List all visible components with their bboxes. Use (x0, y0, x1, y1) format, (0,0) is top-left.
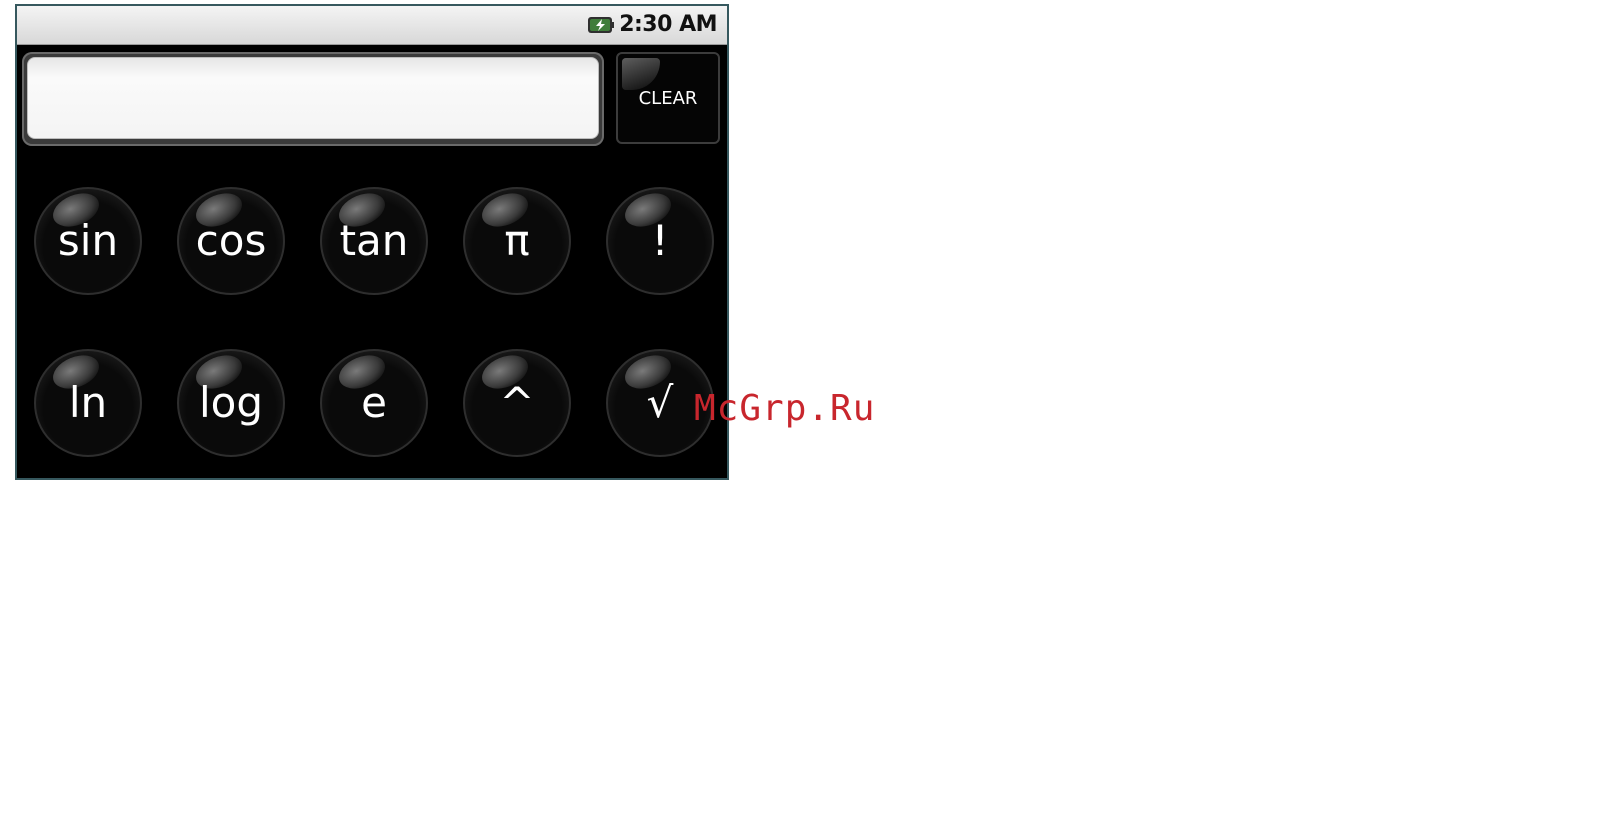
key-label: π (504, 216, 530, 265)
key-label: log (198, 378, 264, 427)
sin-key[interactable]: sin (34, 187, 142, 295)
factorial-key[interactable]: ! (606, 187, 714, 295)
pi-key[interactable]: π (463, 187, 571, 295)
watermark-text: McGrp.Ru (694, 388, 876, 429)
key-label: ^ (499, 378, 535, 427)
tan-key[interactable]: tan (320, 187, 428, 295)
cos-key[interactable]: cos (177, 187, 285, 295)
key-label: e (361, 378, 387, 427)
e-key[interactable]: e (320, 349, 428, 457)
calculator-app-screen: 2:30 AM CLEAR sin cos tan π ! ln log e ^… (15, 4, 729, 480)
key-label: ln (68, 378, 108, 427)
log-key[interactable]: log (177, 349, 285, 457)
function-keypad: sin cos tan π ! ln log e ^ √ (17, 6, 727, 478)
key-label: cos (195, 216, 267, 265)
power-key[interactable]: ^ (463, 349, 571, 457)
key-label: tan (339, 216, 409, 265)
key-label: ! (651, 216, 669, 265)
key-label: sin (57, 216, 119, 265)
ln-key[interactable]: ln (34, 349, 142, 457)
